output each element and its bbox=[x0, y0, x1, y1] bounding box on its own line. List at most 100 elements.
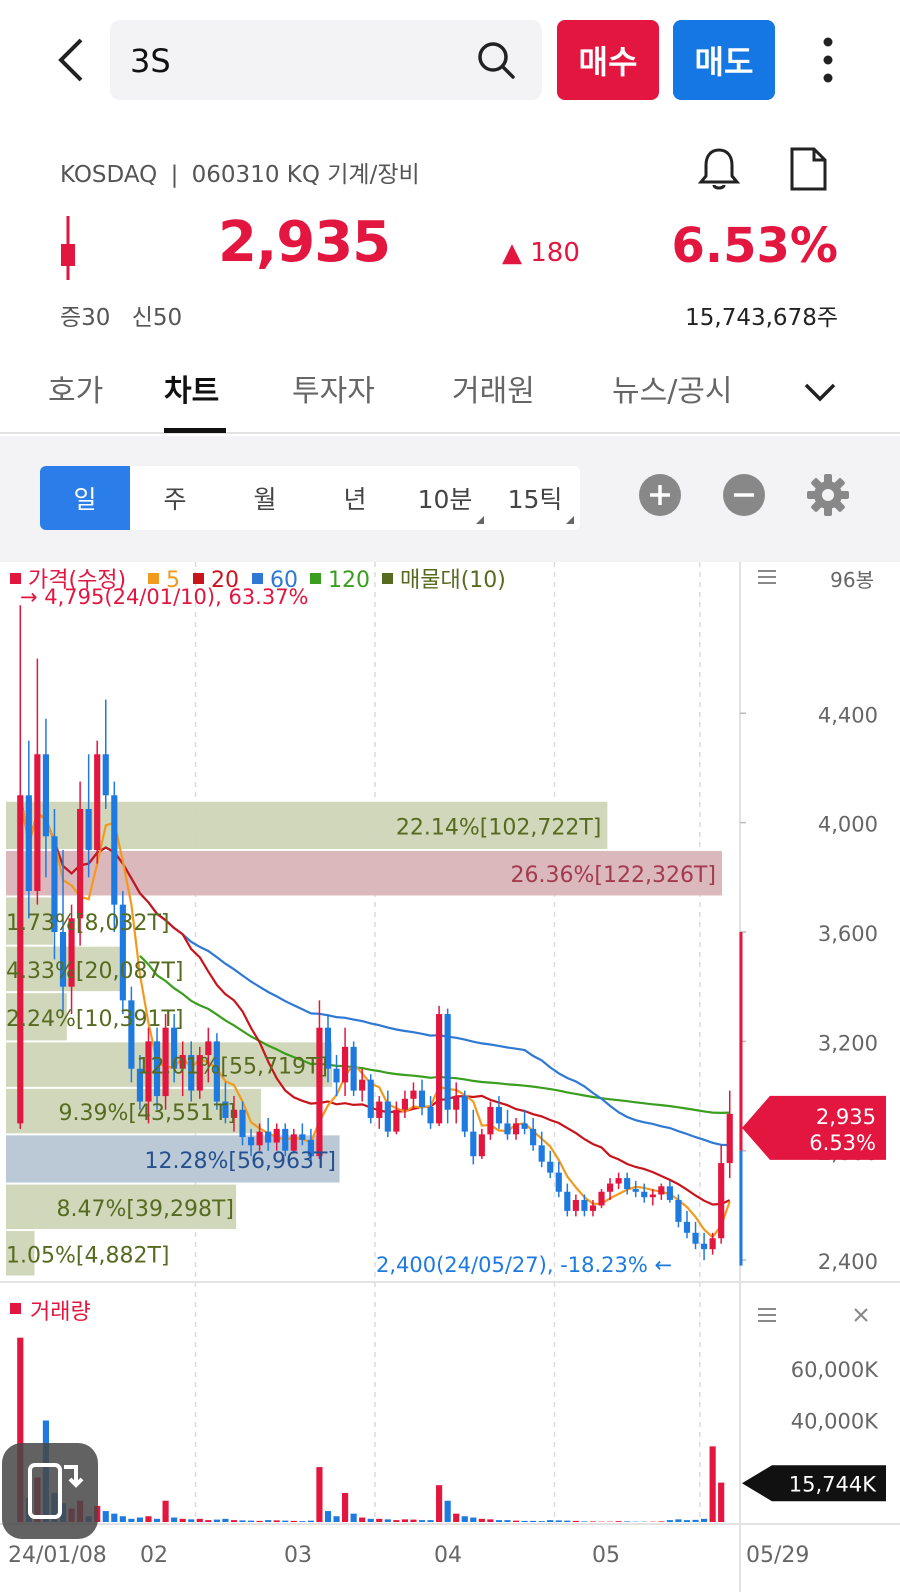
candle-body bbox=[658, 1186, 665, 1195]
volume-bar bbox=[504, 1520, 511, 1522]
period-15tick[interactable]: 15틱 bbox=[490, 466, 580, 530]
rotate-screen-icon bbox=[28, 1463, 84, 1519]
volume-bar bbox=[196, 1518, 203, 1522]
candle-body bbox=[393, 1109, 400, 1132]
volume-bar bbox=[247, 1520, 255, 1522]
volume-bar bbox=[102, 1511, 109, 1522]
volume-profile-label: 1.05%[4,882T] bbox=[6, 1243, 169, 1268]
candle-body bbox=[589, 1205, 597, 1211]
candle-body bbox=[521, 1123, 528, 1129]
legend-swatch bbox=[252, 573, 263, 584]
up-arrow-icon: ▲ bbox=[502, 238, 522, 268]
volume-bar bbox=[487, 1519, 494, 1522]
tab-news[interactable]: 뉴스/공시 bbox=[612, 366, 733, 410]
candle-body bbox=[350, 1046, 357, 1091]
volume-legend-swatch bbox=[10, 1303, 21, 1314]
volume-bar bbox=[418, 1520, 426, 1522]
sell-button[interactable]: 매도 bbox=[673, 20, 775, 100]
x-tick-label: 05 bbox=[592, 1543, 620, 1568]
period-month[interactable]: 월 bbox=[220, 466, 310, 530]
chevron-left-icon bbox=[58, 38, 83, 82]
tab-chart[interactable]: 차트 bbox=[164, 366, 219, 410]
candle-body bbox=[606, 1183, 614, 1192]
candle-body bbox=[692, 1232, 699, 1244]
candle-body bbox=[342, 1046, 349, 1083]
tab-brokers[interactable]: 거래원 bbox=[452, 366, 535, 410]
volume-bar bbox=[692, 1519, 699, 1522]
stock-code: 060310 KQ bbox=[191, 162, 320, 188]
legend-swatch bbox=[10, 573, 21, 584]
sector-label: 기계/장비 bbox=[327, 162, 420, 188]
candle-body bbox=[718, 1163, 725, 1239]
volume-bar bbox=[376, 1518, 383, 1522]
search-icon[interactable] bbox=[476, 40, 516, 80]
gear-icon[interactable] bbox=[805, 472, 851, 518]
low-annotation: 2,400(24/05/27), -18.23% ← bbox=[376, 1253, 672, 1277]
candle-body bbox=[683, 1221, 691, 1233]
volume-bar bbox=[111, 1513, 118, 1522]
zoom-in-icon[interactable] bbox=[637, 472, 683, 518]
volume-bar bbox=[555, 1520, 562, 1522]
y-tick-label: 3,200 bbox=[818, 1031, 878, 1055]
chart-area[interactable]: 4,4004,0003,6003,2002,8002,40096봉2,9356.… bbox=[0, 562, 900, 1592]
tab-investors[interactable]: 투자자 bbox=[292, 366, 375, 410]
volume-profile-label: 2.24%[10,391T] bbox=[6, 1007, 183, 1032]
bell-icon[interactable] bbox=[697, 146, 741, 192]
period-10min[interactable]: 10분 bbox=[400, 466, 490, 530]
candle-body bbox=[504, 1123, 511, 1135]
app-switch-button[interactable] bbox=[2, 1443, 98, 1539]
x-tick-label: 04 bbox=[434, 1543, 462, 1568]
volume-bar bbox=[666, 1520, 673, 1522]
active-tab-indicator bbox=[164, 428, 226, 433]
volume-bar bbox=[436, 1485, 443, 1522]
search-input[interactable]: 3S bbox=[130, 42, 171, 80]
candle-body bbox=[641, 1191, 648, 1198]
margin-info: 증30 신50 bbox=[60, 298, 182, 332]
candle-body bbox=[444, 1014, 451, 1110]
volume-profile-label: 1.73%[8,032T] bbox=[6, 911, 169, 936]
volume-bar bbox=[145, 1516, 152, 1522]
x-tick-label: 02 bbox=[140, 1543, 168, 1568]
back-button[interactable] bbox=[48, 34, 92, 86]
volume-bar bbox=[683, 1520, 691, 1522]
stock-info-line: KOSDAQ | 060310 KQ 기계/장비 bbox=[60, 155, 420, 189]
search-box[interactable]: 3S bbox=[110, 20, 542, 100]
candle-body bbox=[564, 1191, 571, 1211]
volume-bar bbox=[273, 1520, 280, 1522]
current-price-tag-pct: 6.53% bbox=[809, 1131, 876, 1155]
volume-bar bbox=[572, 1520, 579, 1522]
margin-deposit: 증30 bbox=[60, 305, 111, 331]
current-price-tag-price: 2,935 bbox=[816, 1105, 876, 1129]
period-week[interactable]: 주 bbox=[130, 466, 220, 530]
volume-bar bbox=[410, 1519, 417, 1522]
volume-bar bbox=[256, 1520, 263, 1522]
volume-bar bbox=[512, 1520, 520, 1522]
volume-profile-label: 9.39%[43,551T] bbox=[59, 1101, 236, 1126]
candle-body bbox=[726, 1113, 733, 1164]
period-day[interactable]: 일 bbox=[40, 466, 130, 530]
volume-bar bbox=[658, 1521, 665, 1522]
volume-bar bbox=[205, 1520, 212, 1522]
change-percent: 6.53% bbox=[671, 218, 838, 274]
candle-body bbox=[359, 1079, 366, 1091]
volume-bar bbox=[359, 1517, 366, 1522]
candle-body bbox=[102, 754, 109, 796]
candle-body bbox=[247, 1137, 255, 1146]
chevron-down-icon[interactable] bbox=[800, 372, 840, 412]
high-annotation: → 4,795(24/01/10), 63.37% bbox=[20, 585, 309, 609]
more-vert-icon[interactable] bbox=[808, 34, 848, 86]
period-year[interactable]: 년 bbox=[310, 466, 400, 530]
tab-orderbook[interactable]: 호가 bbox=[48, 366, 103, 410]
price-chart[interactable]: 4,4004,0003,6003,2002,8002,40096봉2,9356.… bbox=[0, 562, 900, 1592]
tab-bar: 호가 차트 투자자 거래원 뉴스/공시 bbox=[0, 350, 900, 434]
x-tick-label: 05/29 bbox=[746, 1543, 809, 1568]
candle-body bbox=[273, 1128, 280, 1143]
volume-bar bbox=[478, 1518, 485, 1522]
volume-bar bbox=[709, 1446, 716, 1522]
buy-button[interactable]: 매수 bbox=[557, 20, 659, 100]
document-icon[interactable] bbox=[788, 146, 828, 192]
volume-bar bbox=[495, 1520, 503, 1522]
volume-bar bbox=[521, 1520, 528, 1522]
candle-body bbox=[34, 754, 41, 891]
zoom-out-icon[interactable] bbox=[721, 472, 767, 518]
